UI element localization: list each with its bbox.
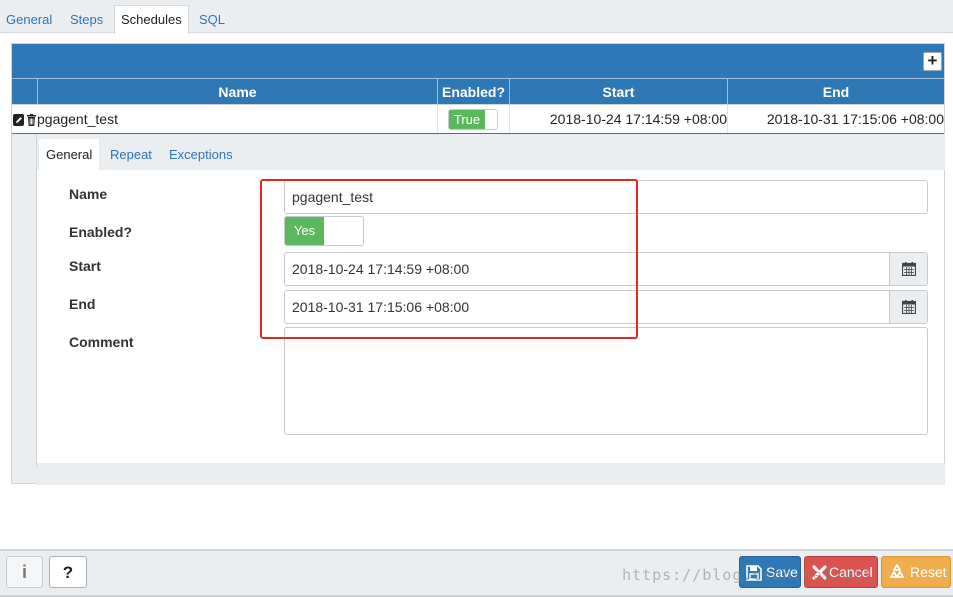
cell-end: 2018-10-31 17:15:06 +08:00 — [727, 105, 944, 133]
calendar-icon — [902, 262, 916, 276]
calendar-icon — [902, 300, 916, 314]
tab-steps[interactable]: Steps — [64, 6, 109, 33]
enabled-switch-label: Yes — [285, 217, 324, 245]
grid-toolbar: + — [12, 44, 944, 78]
help-button[interactable]: ? — [49, 556, 87, 588]
help-icon: ? — [62, 563, 74, 582]
cell-enabled: True — [437, 105, 509, 133]
add-row-button[interactable]: + — [923, 52, 942, 71]
watermark-text: https://blog.csdn.net/wff — [622, 566, 873, 584]
trash-icon[interactable] — [26, 113, 37, 126]
start-date-value: 2018-10-24 17:14:59 +08:00 — [292, 261, 470, 277]
top-tab-bar: General Steps Schedules SQL — [0, 0, 953, 34]
column-header-end[interactable]: End — [727, 79, 944, 105]
comment-field[interactable] — [284, 327, 928, 435]
comment-label: Comment — [69, 334, 134, 350]
detail-tab-exceptions[interactable]: Exceptions — [162, 139, 240, 170]
end-date-value: 2018-10-31 17:15:06 +08:00 — [292, 299, 470, 315]
start-label: Start — [69, 258, 101, 274]
plus-icon: + — [927, 51, 938, 70]
name-label: Name — [69, 186, 108, 202]
header-actions-cell — [12, 79, 37, 105]
grid-header: Name Enabled? Start End — [12, 78, 944, 105]
detail-tab-general[interactable]: General — [39, 139, 100, 170]
detail-footer-bar — [37, 463, 945, 485]
end-label: End — [69, 296, 96, 312]
column-header-start[interactable]: Start — [509, 79, 727, 105]
edit-icon[interactable] — [13, 113, 24, 126]
reset-button[interactable]: Reset — [881, 556, 951, 588]
info-icon: i — [21, 562, 27, 582]
tab-sql[interactable]: SQL — [193, 6, 231, 33]
schedules-grid: + Name Enabled? Start End pgagent_test T… — [11, 43, 945, 485]
end-date-field[interactable]: 2018-10-31 17:15:06 +08:00 — [284, 290, 928, 324]
enabled-toggle[interactable]: True — [448, 109, 498, 130]
enabled-label: Enabled? — [69, 224, 133, 240]
cell-start: 2018-10-24 17:14:59 +08:00 — [509, 105, 727, 133]
name-field[interactable]: pgagent_test — [284, 180, 928, 214]
reset-button-label: Reset — [910, 564, 947, 580]
start-date-field[interactable]: 2018-10-24 17:14:59 +08:00 — [284, 252, 928, 286]
info-button[interactable]: i — [6, 556, 43, 588]
column-header-enabled[interactable]: Enabled? — [437, 79, 509, 105]
enabled-toggle-label: True — [449, 110, 485, 129]
start-calendar-button[interactable] — [889, 253, 927, 285]
recycle-icon — [890, 564, 904, 578]
enabled-switch[interactable]: Yes — [284, 216, 364, 246]
column-header-name[interactable]: Name — [37, 79, 437, 105]
detail-tab-bar: General Repeat Exceptions — [37, 134, 945, 170]
tab-schedules[interactable]: Schedules — [114, 5, 189, 34]
table-row[interactable]: pgagent_test True 2018-10-24 17:14:59 +0… — [12, 104, 944, 134]
row-actions — [13, 113, 37, 127]
schedule-detail-panel: General Repeat Exceptions Name pgagent_t… — [36, 134, 945, 485]
detail-tab-repeat[interactable]: Repeat — [103, 139, 159, 170]
end-calendar-button[interactable] — [889, 291, 927, 323]
tab-general[interactable]: General — [0, 6, 58, 33]
cell-name: pgagent_test — [37, 111, 118, 127]
